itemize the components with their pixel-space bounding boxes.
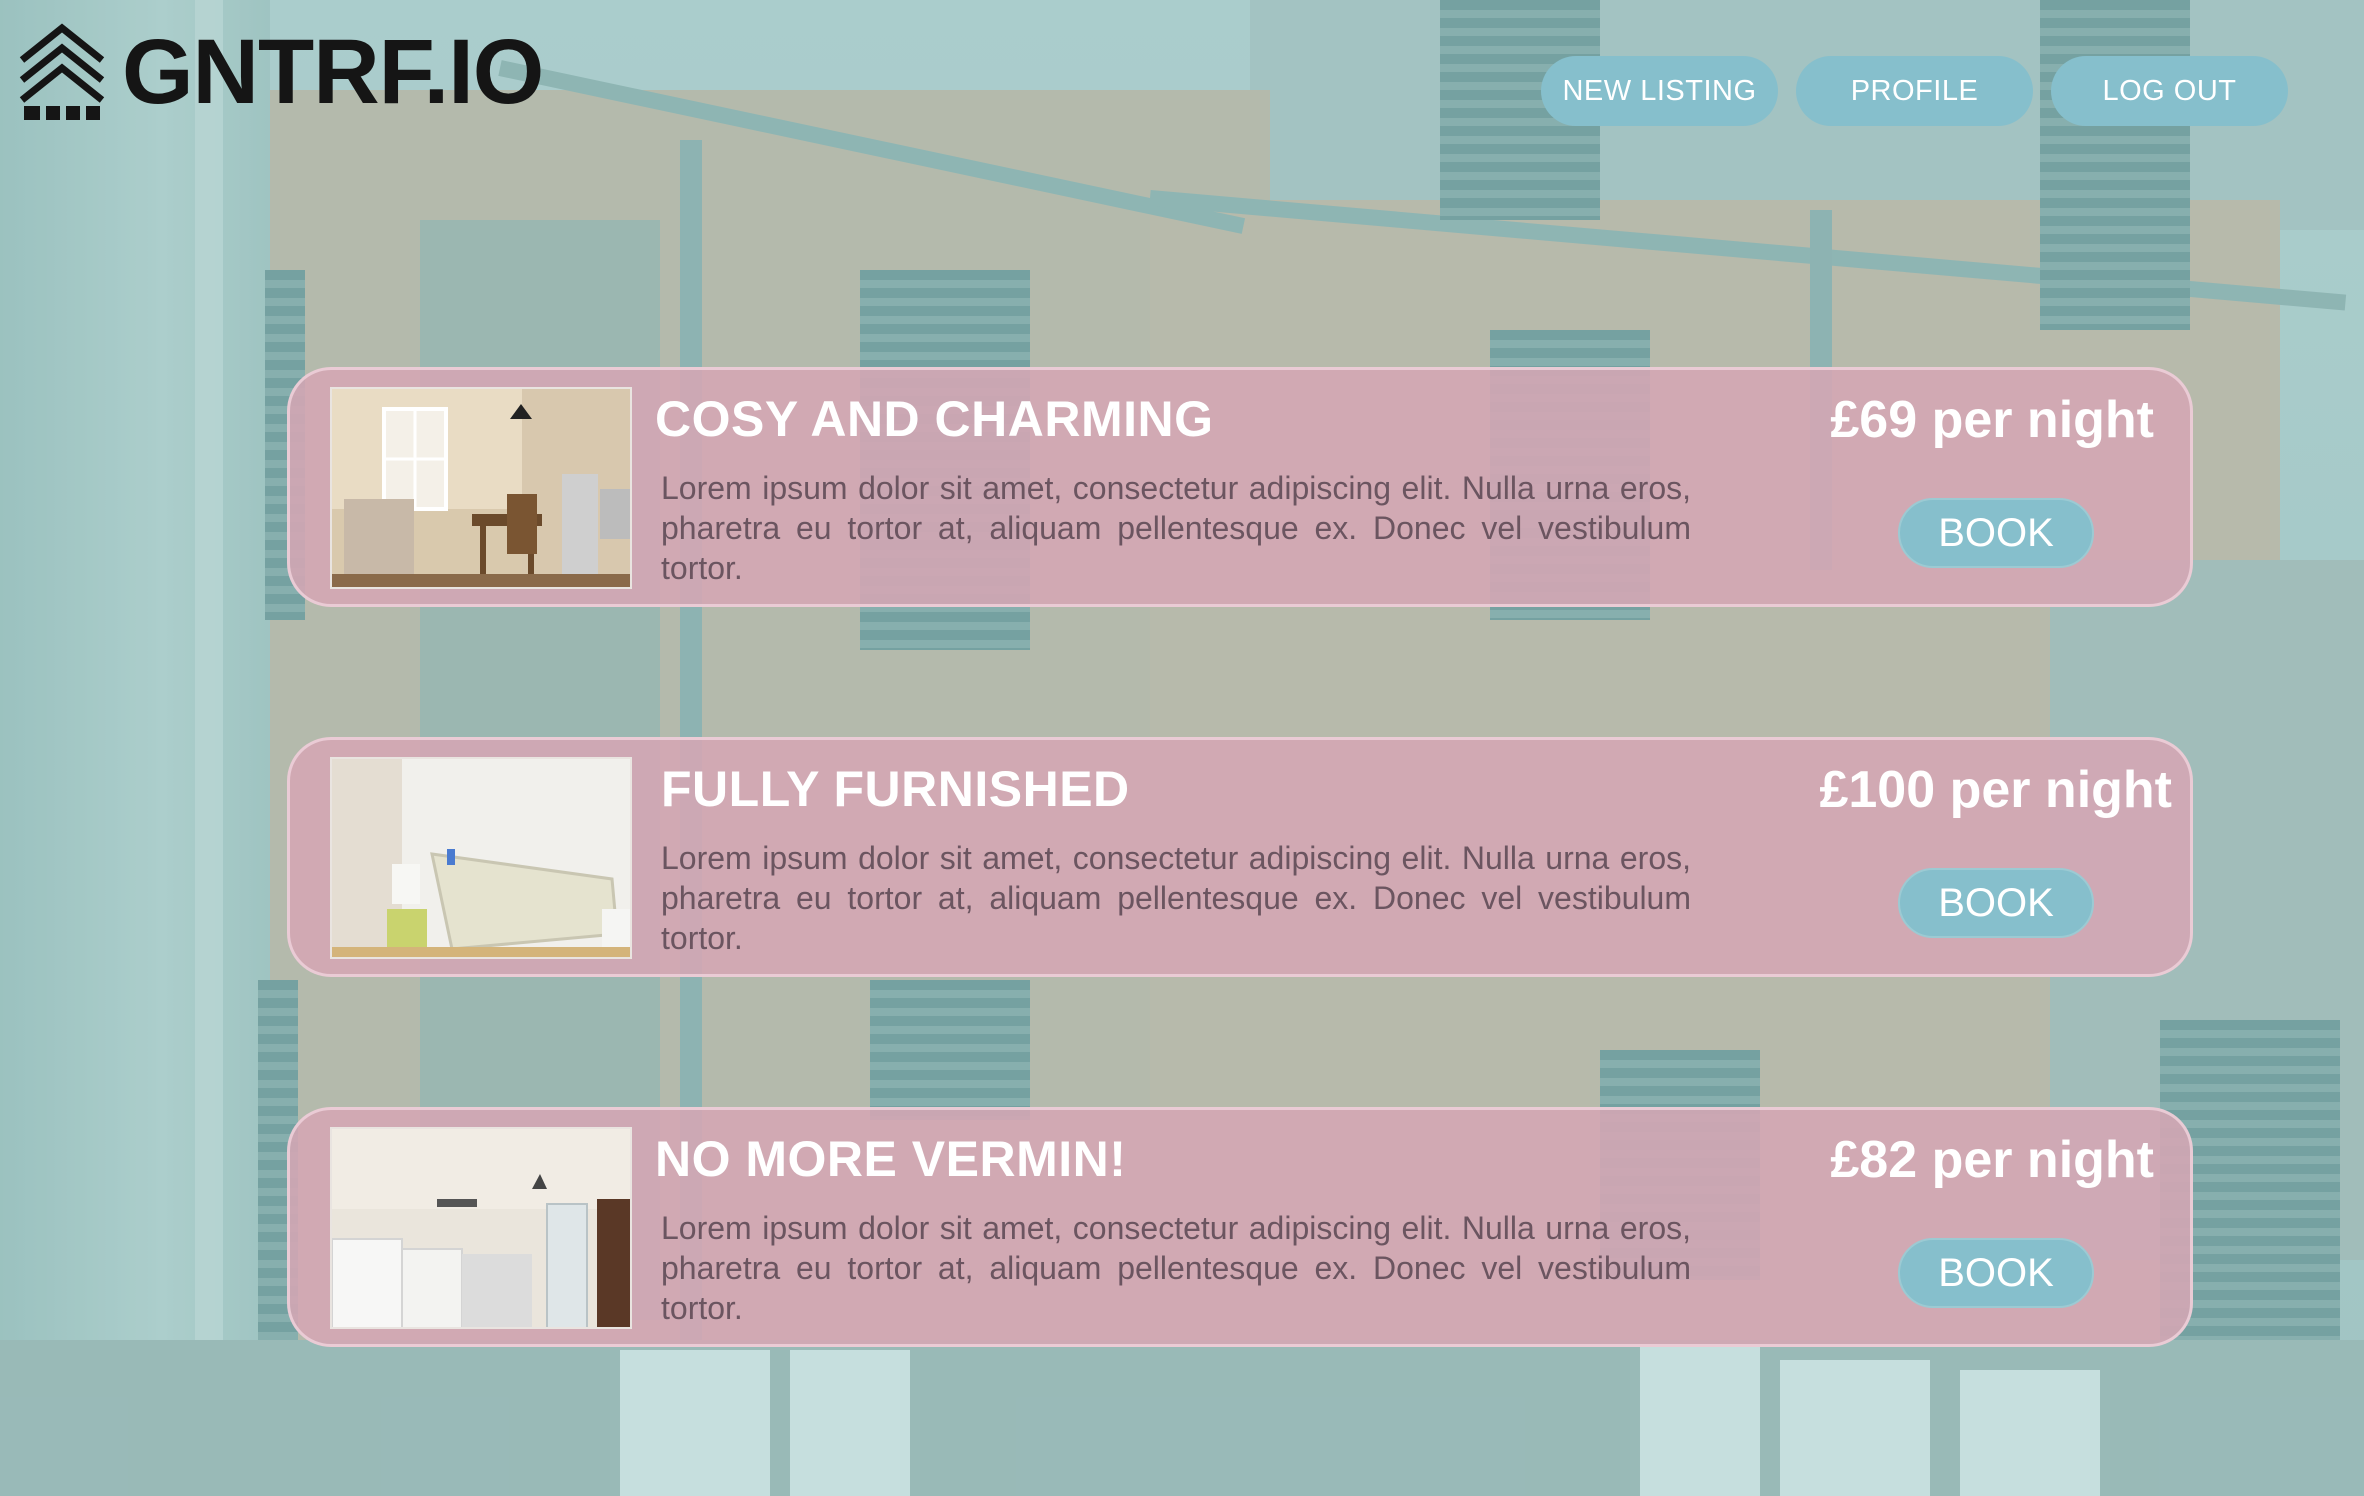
new-listing-button[interactable]: NEW LISTING: [1541, 56, 1778, 126]
book-button[interactable]: BOOK: [1898, 498, 2094, 568]
listing-title[interactable]: FULLY FURNISHED: [661, 760, 1130, 818]
listing-card[interactable]: COSY AND CHARMING Lorem ipsum dolor sit …: [287, 367, 2193, 607]
listing-price: £69 per night: [1830, 391, 2154, 449]
bathroom-photo: [330, 757, 632, 959]
listing-description: Lorem ipsum dolor sit amet, consectetur …: [661, 470, 1691, 586]
living-room-photo: [330, 387, 632, 589]
listing-description: Lorem ipsum dolor sit amet, consectetur …: [661, 1210, 1691, 1326]
profile-button[interactable]: PROFILE: [1796, 56, 2033, 126]
listing-title[interactable]: NO MORE VERMIN!: [655, 1130, 1126, 1188]
listing-title[interactable]: COSY AND CHARMING: [655, 390, 1214, 448]
listing-list: COSY AND CHARMING Lorem ipsum dolor sit …: [287, 367, 2193, 1347]
log-out-button[interactable]: LOG OUT: [2051, 56, 2288, 126]
listing-price: £100 per night: [1819, 761, 2172, 819]
book-button[interactable]: BOOK: [1898, 868, 2094, 938]
brand-logo[interactable]: GNTRF.IO: [16, 21, 544, 123]
book-button[interactable]: BOOK: [1898, 1238, 2094, 1308]
top-navigation: NEW LISTING PROFILE LOG OUT: [1541, 56, 2288, 126]
listing-description: Lorem ipsum dolor sit amet, consectetur …: [661, 840, 1691, 956]
listing-price: £82 per night: [1830, 1131, 2154, 1189]
house-pine-logo-icon: [19, 23, 105, 120]
kitchen-photo: [330, 1127, 632, 1329]
listing-card[interactable]: NO MORE VERMIN! Lorem ipsum dolor sit am…: [287, 1107, 2193, 1347]
brand-name: GNTRF.IO: [122, 21, 544, 123]
listing-card[interactable]: FULLY FURNISHED Lorem ipsum dolor sit am…: [287, 737, 2193, 977]
